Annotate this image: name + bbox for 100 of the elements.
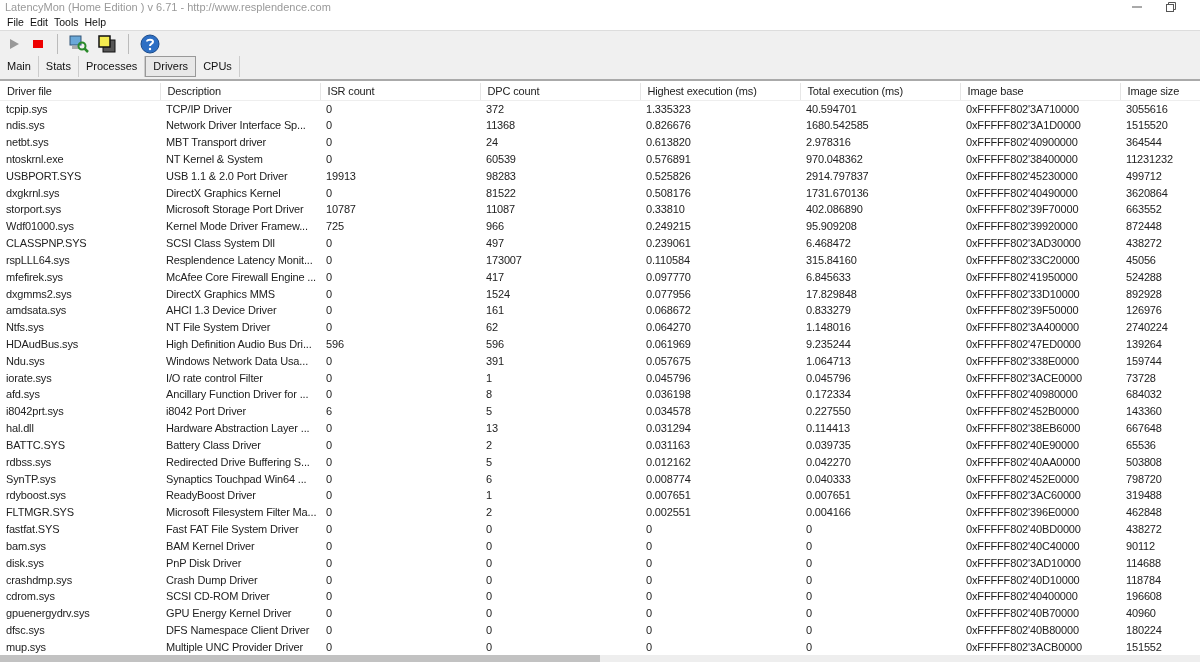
menu-item[interactable]: File [4,14,27,30]
table-cell-text: 0 [805,522,813,538]
table-cell-text: USBPORT.SYS [5,168,83,184]
table-cell-text: 151552 [1125,639,1163,655]
scrollbar-thumb[interactable] [0,655,600,663]
table-cell-text: 0.249215 [645,219,692,235]
menu-item[interactable]: Edit [26,14,51,30]
maximize-icon[interactable] [1166,2,1176,12]
column-header[interactable]: Description [160,83,320,100]
table-cell-text: 0xFFFFF802'3AD10000 [965,555,1082,571]
help-icon[interactable] [140,33,160,54]
table-cell-text: 0.576891 [645,151,692,167]
table-cell-text: 5 [485,404,493,420]
table-cell-text: 0 [325,421,333,437]
table-cell: 372 [480,100,640,117]
table-cell-text: 0xFFFFF802'40E90000 [965,437,1080,453]
table-cell-text: 319488 [1125,488,1163,504]
table-cell-text: ReadyBoost Driver [165,488,257,504]
table-cell: 0xFFFFF802'3A710000 [960,100,1120,117]
table-cell-text: 0.525826 [645,168,692,184]
table-cell-text: 118784 [1125,572,1162,588]
table-cell-text: 6 [485,471,493,487]
table-cell-text: 0xFFFFF802'40B80000 [965,623,1080,639]
tab[interactable]: Stats [38,56,79,77]
table-cell-text: Multiple UNC Provider Driver [165,639,304,655]
table-cell-text: 0.239061 [645,236,692,252]
table-cell-text: storport.sys [5,202,63,218]
table-cell-text: DFS Namespace Client Driver [165,623,311,639]
table-cell-text: gpuenergydrv.sys [5,606,91,622]
table-cell-text: NT File System Driver [165,320,272,336]
table-cell-text: 180224 [1125,623,1163,639]
table-cell-text: 966 [485,219,505,235]
column-header[interactable]: Total execution (ms) [800,83,960,100]
table-cell-text: 438272 [1125,522,1163,538]
table-cell-text: 0xFFFFF802'40D10000 [965,572,1081,588]
table-cell-text: 0 [645,639,653,655]
table-cell-text: 0.508176 [645,185,692,201]
table-cell-text: 0xFFFFF802'40900000 [965,135,1079,151]
table-cell-text: rdyboost.sys [5,488,67,504]
table-cell-text: 0xFFFFF802'38400000 [965,151,1079,167]
table-cell-text: disk.sys [5,555,45,571]
table-cell-text: 143360 [1125,404,1163,420]
table-cell-text: BAM Kernel Driver [165,538,256,554]
table-cell-text: 417 [485,269,505,285]
table-cell-text: Hardware Abstraction Layer ... [165,421,311,437]
table-cell-text: 0 [325,135,333,151]
windows-icon[interactable] [97,33,117,54]
table-cell-text: 663552 [1125,202,1163,218]
table-cell-text: 0xFFFFF802'45230000 [965,168,1079,184]
column-header[interactable]: Highest execution (ms) [640,83,800,100]
table-cell-text: 0 [325,353,333,369]
table-cell-text: 0.097770 [645,269,692,285]
table-cell-text: Fast FAT File System Driver [165,522,300,538]
table-cell-text: 970.048362 [805,151,864,167]
column-header[interactable]: Image size [1120,83,1200,100]
table-cell-text: 0xFFFFF802'39F70000 [965,202,1080,218]
table-cell-text: 0 [325,387,333,403]
table-cell: 40.594701 [800,100,960,117]
table-cell-text: 0 [805,555,813,571]
table-cell-text: 126976 [1125,303,1163,319]
column-header[interactable]: ISR count [320,83,480,100]
table-cell-text: 2 [485,437,493,453]
table-cell-text: 8 [485,387,493,403]
table-cell-text: 1 [485,370,493,386]
table-cell-text: 0.012162 [645,454,692,470]
table-cell-text: 0 [325,236,333,252]
table-cell-text: 0xFFFFF802'3A400000 [965,320,1080,336]
table-cell-text: 0 [485,522,493,538]
table-cell-text: 0 [325,639,333,655]
table-cell-text: 0 [325,538,333,554]
table-cell-text: Synaptics Touchpad Win64 ... [165,471,308,487]
menu-item[interactable]: Help [81,14,110,30]
table-cell-text: 6.845633 [805,269,852,285]
horizontal-scrollbar[interactable] [0,655,1200,663]
column-header[interactable]: Driver file [0,83,160,100]
table-cell-text: 1.064713 [805,353,852,369]
magnifier-icon[interactable] [69,33,89,54]
tab[interactable]: CPUs [196,56,240,77]
tab[interactable]: Drivers [145,56,197,77]
table-cell-text: 0xFFFFF802'47ED0000 [965,337,1082,352]
tab[interactable]: Main [0,56,39,77]
menu-item[interactable]: Tools [51,14,82,30]
table-cell-text: 524288 [1125,269,1163,285]
table-cell-text: 0 [325,437,333,453]
table-cell-text: 95.909208 [805,219,858,235]
table-cell-text: 0 [325,370,333,386]
table-cell-text: 0.33810 [645,202,686,218]
table-cell-text: 0xFFFFF802'3A1D0000 [965,118,1082,134]
table-cell-text: 0 [325,286,333,302]
table-cell-text: 0.227550 [805,404,852,420]
table-cell-text: 17.829848 [805,286,858,302]
column-header[interactable]: Image base [960,83,1120,100]
table-cell-text: 0xFFFFF802'40B70000 [965,606,1080,622]
table-cell: 1.335323 [640,100,800,117]
column-header[interactable]: DPC count [480,83,640,100]
table-cell-text: 0 [485,606,493,622]
table-cell-text: 159744 [1125,353,1163,369]
table-cell-text: Microsoft Filesystem Filter Ma... [165,505,318,521]
table-cell-text: 1731.670136 [805,185,870,201]
table-cell-text: MBT Transport driver [165,135,268,151]
